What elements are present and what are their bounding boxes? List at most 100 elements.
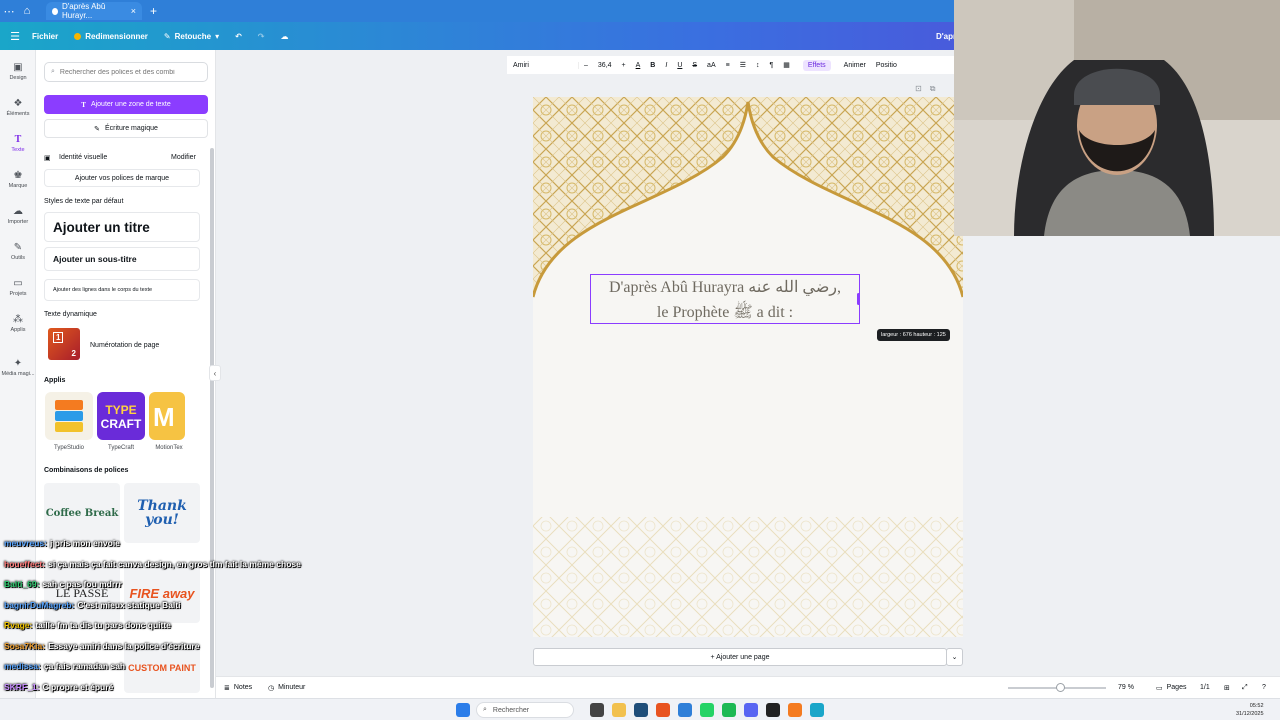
- page-numbering-label[interactable]: Numérotation de page: [90, 342, 159, 349]
- obs-icon[interactable]: [766, 703, 780, 717]
- windows-start-icon[interactable]: [456, 703, 470, 717]
- add-brand-fonts-button[interactable]: Ajouter vos polices de marque: [44, 169, 200, 187]
- app-icon[interactable]: [788, 703, 802, 717]
- taskbar-clock[interactable]: 05:52 31/12/2025: [1236, 702, 1264, 718]
- chat-message: meuvreus: j pris mon envoie: [4, 538, 324, 548]
- rail-item-tools[interactable]: ✎ Outils: [0, 242, 36, 261]
- add-body-button[interactable]: Ajouter des lignes dans le corps du text…: [44, 279, 200, 301]
- rail-item-apps[interactable]: ⁂ Applis: [0, 314, 36, 333]
- font-size-decrease[interactable]: –: [579, 62, 593, 69]
- taskbar-search[interactable]: ⌕ Rechercher: [476, 702, 574, 718]
- taskbar-search-label: Rechercher: [492, 706, 530, 714]
- chat-message: SKRF_1: C propre et épuré: [4, 682, 324, 692]
- browser-tab-active[interactable]: D'après Abû Hurayr... ×: [46, 2, 142, 20]
- rail-item-elements[interactable]: ❖ Éléments: [0, 98, 36, 117]
- font-combo-thank-you[interactable]: Thank you!: [124, 483, 200, 543]
- app-name: TypeCraft: [107, 445, 134, 451]
- new-tab-button[interactable]: +: [150, 4, 157, 18]
- help-icon[interactable]: ?: [1262, 684, 1266, 691]
- modify-link[interactable]: Modifier: [171, 154, 196, 161]
- font-combo-coffee-break[interactable]: Coffee Break: [44, 483, 120, 543]
- task-view-icon[interactable]: [590, 703, 604, 717]
- rail-item-text[interactable]: T Texte: [0, 134, 36, 153]
- rail-item-brand[interactable]: ♚ Marque: [0, 170, 36, 189]
- lock-icon[interactable]: ⊡: [915, 84, 922, 94]
- quote-line-1: D'après Abû Hurayra رضي الله عنه,: [608, 279, 842, 296]
- animate-button[interactable]: Animer: [839, 62, 871, 69]
- align-center-icon[interactable]: ≡: [721, 62, 735, 69]
- fullscreen-icon[interactable]: ⤢: [1242, 684, 1248, 692]
- browser-menu-icon[interactable]: ⋯: [0, 5, 18, 18]
- zoom-value[interactable]: 79 %: [1118, 684, 1134, 691]
- hamburger-menu-icon[interactable]: ☰: [6, 30, 24, 43]
- list-icon[interactable]: ☰: [735, 61, 751, 69]
- font-search-input[interactable]: [59, 68, 190, 76]
- page-tools: ⊡ ⧉: [915, 84, 935, 94]
- letter-case-icon[interactable]: aA: [702, 62, 721, 69]
- app-typecraft[interactable]: TYPE CRAFT: [97, 392, 145, 440]
- chat-username: houeffect:: [4, 558, 46, 569]
- spacing-icon[interactable]: ↕: [751, 62, 765, 69]
- text-direction-icon[interactable]: ¶: [764, 62, 778, 69]
- transparency-icon[interactable]: ▦: [778, 61, 795, 69]
- strikethrough-icon[interactable]: S: [687, 62, 702, 69]
- typestudio-logo-icon: [55, 400, 83, 432]
- rail-item-magic-media[interactable]: ✦ Média magi...: [0, 358, 36, 377]
- chrome-icon[interactable]: [810, 703, 824, 717]
- whatsapp-icon[interactable]: [700, 703, 714, 717]
- chat-message: bagnirDuMagreb: C'est mieux statique Balt…: [4, 600, 324, 610]
- redo-button[interactable]: ↷: [250, 32, 273, 41]
- dynamic-text-heading: Texte dynamique: [44, 311, 97, 318]
- font-size-increase[interactable]: +: [617, 62, 631, 69]
- add-page-button[interactable]: + Ajouter une page: [533, 648, 947, 666]
- underline-icon[interactable]: U: [672, 62, 687, 69]
- store-icon[interactable]: [634, 703, 648, 717]
- chat-username: Sosa7Kia:: [4, 640, 46, 651]
- design-page[interactable]: [533, 97, 963, 637]
- text-color-icon[interactable]: A: [631, 62, 646, 69]
- file-explorer-icon[interactable]: [612, 703, 626, 717]
- page-numbering-thumbnail[interactable]: 12: [48, 328, 80, 360]
- magic-write-button[interactable]: ✎ Écriture magique: [44, 119, 208, 138]
- rail-item-design[interactable]: ▣ Design: [0, 62, 36, 81]
- chat-username: meuvreus:: [4, 538, 47, 548]
- edit-mode-dropdown[interactable]: ✎ Retouche ▾: [156, 32, 227, 41]
- effects-button[interactable]: Effets: [802, 59, 831, 71]
- add-title-button[interactable]: Ajouter un titre: [44, 212, 200, 242]
- folder-icon: ▭: [13, 278, 23, 289]
- spotify-icon[interactable]: [722, 703, 736, 717]
- add-page-options-chevron-icon[interactable]: ⌄: [946, 648, 963, 666]
- pages-button[interactable]: ▭ Pages: [1156, 684, 1186, 692]
- font-search[interactable]: ⌕: [44, 62, 208, 82]
- app-typestudio[interactable]: [45, 392, 93, 440]
- undo-button[interactable]: ↶: [227, 32, 250, 41]
- app-name: MotionTex: [155, 445, 183, 451]
- grid-view-icon[interactable]: ⊞: [1224, 684, 1230, 692]
- discord-icon[interactable]: [744, 703, 758, 717]
- duplicate-page-icon[interactable]: ⧉: [930, 84, 936, 94]
- selected-textbox[interactable]: D'après Abû Hurayra رضي الله عنه, le Pro…: [590, 274, 860, 324]
- cloud-save-icon[interactable]: ☁: [273, 32, 297, 41]
- bold-icon[interactable]: B: [645, 62, 660, 69]
- brave-browser-icon[interactable]: [656, 703, 670, 717]
- resize-handle-right[interactable]: [857, 293, 860, 305]
- home-icon[interactable]: ⌂: [18, 5, 36, 17]
- zoom-slider-knob[interactable]: [1056, 683, 1065, 692]
- app-motiontext[interactable]: M: [149, 392, 185, 440]
- italic-icon[interactable]: I: [660, 62, 672, 69]
- add-textbox-button[interactable]: T Ajouter une zone de texte: [44, 95, 208, 114]
- search-icon: ⌕: [51, 68, 55, 75]
- resize-button[interactable]: Redimensionner: [66, 32, 156, 41]
- arch-background-graphic: [533, 97, 963, 637]
- rail-item-upload[interactable]: ☁ Importer: [0, 206, 36, 225]
- magic-media-icon: ✦: [13, 358, 23, 369]
- panel-collapse-button[interactable]: ‹: [209, 365, 221, 381]
- font-family-dropdown[interactable]: Amiri: [507, 61, 579, 69]
- edge-browser-icon[interactable]: [678, 703, 692, 717]
- position-button[interactable]: Positio: [871, 62, 902, 69]
- rail-item-projects[interactable]: ▭ Projets: [0, 278, 36, 297]
- font-size-value[interactable]: 36,4: [593, 62, 617, 69]
- file-menu[interactable]: Fichier: [24, 32, 66, 41]
- tab-close-icon[interactable]: ×: [131, 6, 136, 16]
- add-subtitle-button[interactable]: Ajouter un sous-titre: [44, 247, 200, 271]
